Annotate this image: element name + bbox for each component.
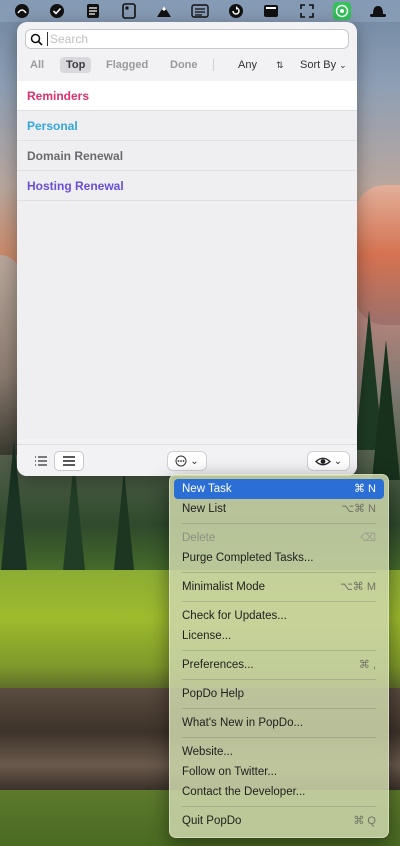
tab-flagged[interactable]: Flagged bbox=[100, 57, 154, 73]
menu-separator bbox=[182, 572, 376, 573]
menu-item-whats-new[interactable]: What's New in PopDo... bbox=[174, 713, 384, 733]
list-item-personal[interactable]: Personal bbox=[17, 111, 357, 141]
menu-item-minimalist-mode[interactable]: Minimalist Mode ⌥⌘ M bbox=[174, 577, 384, 597]
list-item-hosting-renewal[interactable]: Hosting Renewal bbox=[17, 171, 357, 201]
more-actions-button[interactable]: ⌄ bbox=[168, 452, 206, 470]
menu-item-label: New List bbox=[182, 503, 227, 515]
sort-by-dropdown[interactable]: Sort By ⌄ bbox=[300, 57, 347, 73]
menu-item-shortcut: ⌘ , bbox=[358, 659, 376, 671]
tablet-icon[interactable] bbox=[120, 2, 138, 20]
search-bar bbox=[25, 29, 349, 49]
menu-item-label: Preferences... bbox=[182, 659, 254, 671]
menu-item-follow-twitter[interactable]: Follow on Twitter... bbox=[174, 762, 384, 782]
chevron-down-icon: ⌄ bbox=[190, 455, 199, 467]
menu-item-label: Website... bbox=[182, 746, 233, 758]
popdo-popover: All Top Flagged Done Any ⇅ Sort By ⌄ Rem… bbox=[17, 22, 357, 476]
menu-item-label: New Task bbox=[182, 483, 232, 495]
actions-menu: New Task ⌘ N New List ⌥⌘ N Delete ⌫ Purg… bbox=[169, 474, 389, 838]
menu-separator bbox=[182, 523, 376, 524]
menu-item-label: Contact the Developer... bbox=[182, 786, 306, 798]
menu-item-new-task[interactable]: New Task ⌘ N bbox=[174, 479, 384, 499]
menu-item-license[interactable]: License... bbox=[174, 626, 384, 646]
refresh-circle-icon[interactable] bbox=[227, 2, 245, 20]
mountain-icon[interactable] bbox=[155, 2, 173, 20]
menu-item-label: Quit PopDo bbox=[182, 815, 242, 827]
menu-item-delete: Delete ⌫ bbox=[174, 528, 384, 548]
search-box[interactable] bbox=[25, 29, 349, 49]
tab-all[interactable]: All bbox=[24, 57, 50, 73]
tab-top[interactable]: Top bbox=[60, 57, 92, 73]
ellipsis-circle-icon bbox=[175, 455, 187, 467]
tab-done[interactable]: Done bbox=[164, 57, 204, 73]
menu-item-check-updates[interactable]: Check for Updates... bbox=[174, 606, 384, 626]
menu-item-shortcut: ⌘ N bbox=[354, 483, 376, 495]
finder-circle-icon[interactable] bbox=[13, 2, 31, 20]
menu-item-shortcut: ⌘ Q bbox=[353, 815, 376, 827]
sort-by-label: Sort By bbox=[300, 59, 337, 71]
whatsapp-icon[interactable] bbox=[333, 2, 352, 20]
menu-item-new-list[interactable]: New List ⌥⌘ N bbox=[174, 499, 384, 519]
menu-item-purge-completed[interactable]: Purge Completed Tasks... bbox=[174, 548, 384, 568]
list-item-domain-renewal[interactable]: Domain Renewal bbox=[17, 141, 357, 171]
priority-dropdown[interactable]: Any ⇅ bbox=[238, 57, 284, 73]
list-window-icon[interactable] bbox=[191, 2, 209, 20]
list-label: Reminders bbox=[27, 89, 90, 103]
menu-item-label: PopDo Help bbox=[182, 688, 245, 700]
eye-icon bbox=[314, 457, 331, 465]
lists-panel: Reminders Personal Domain Renewal Hostin… bbox=[17, 81, 357, 439]
chevron-down-icon: ⌄ bbox=[333, 455, 343, 467]
hat-icon[interactable] bbox=[369, 2, 387, 20]
menu-item-popdo-help[interactable]: PopDo Help bbox=[174, 684, 384, 704]
menu-item-preferences[interactable]: Preferences... ⌘ , bbox=[174, 655, 384, 675]
list-label: Hosting Renewal bbox=[27, 179, 124, 193]
menu-separator bbox=[182, 679, 376, 680]
menu-item-website[interactable]: Website... bbox=[174, 742, 384, 762]
menu-item-label: Purge Completed Tasks... bbox=[182, 552, 314, 564]
list-label: Domain Renewal bbox=[27, 149, 124, 163]
menu-item-label: Delete bbox=[182, 532, 216, 544]
menu-separator bbox=[182, 650, 376, 651]
search-input[interactable] bbox=[47, 32, 330, 46]
search-icon bbox=[30, 33, 43, 46]
note-stack-icon[interactable] bbox=[84, 2, 102, 20]
menu-item-shortcut: ⌥⌘ N bbox=[341, 503, 376, 515]
list-icon bbox=[35, 456, 47, 466]
chevron-down-icon: ⌄ bbox=[339, 60, 347, 70]
delete-key-icon: ⌫ bbox=[360, 532, 376, 544]
menu-item-label: Follow on Twitter... bbox=[182, 766, 278, 778]
menu-item-label: What's New in PopDo... bbox=[182, 717, 304, 729]
menu-item-contact-developer[interactable]: Contact the Developer... bbox=[174, 782, 384, 802]
view-mode-segmented-control bbox=[27, 452, 85, 470]
menu-separator bbox=[182, 806, 376, 807]
menu-separator bbox=[182, 601, 376, 602]
hamburger-icon bbox=[63, 456, 75, 466]
menu-item-label: License... bbox=[182, 630, 232, 642]
checkmark-circle-icon[interactable] bbox=[48, 2, 66, 20]
popover-footer: ⌄ ⌄ bbox=[17, 444, 357, 476]
menu-item-shortcut: ⌥⌘ M bbox=[340, 581, 376, 593]
menu-item-quit[interactable]: Quit PopDo ⌘ Q bbox=[174, 811, 384, 831]
menu-bar bbox=[0, 0, 400, 22]
list-label: Personal bbox=[27, 119, 78, 133]
terminal-icon[interactable] bbox=[262, 2, 280, 20]
menu-item-label: Check for Updates... bbox=[182, 610, 287, 622]
filter-divider bbox=[213, 59, 214, 71]
menu-item-label: Minimalist Mode bbox=[182, 581, 266, 593]
up-down-chevron-icon: ⇅ bbox=[276, 60, 284, 70]
menu-separator bbox=[182, 708, 376, 709]
compact-list-view-button[interactable] bbox=[27, 452, 55, 470]
list-item-reminders[interactable]: Reminders bbox=[17, 81, 357, 111]
menu-separator bbox=[182, 737, 376, 738]
expand-icon[interactable] bbox=[298, 2, 316, 20]
expanded-list-view-button[interactable] bbox=[55, 452, 83, 470]
visibility-button[interactable]: ⌄ bbox=[308, 452, 349, 470]
filter-bar: All Top Flagged Done Any ⇅ Sort By ⌄ bbox=[17, 55, 357, 75]
priority-dropdown-label: Any bbox=[238, 59, 257, 71]
